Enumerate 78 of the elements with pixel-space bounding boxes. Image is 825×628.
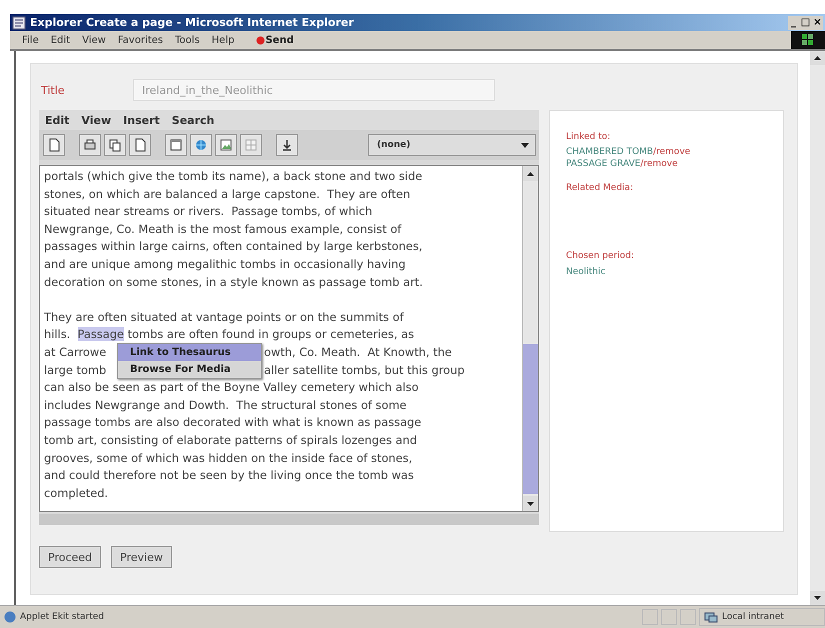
window-title: Explorer Create a page - Microsoft Internet Explorer xyxy=(30,16,355,29)
menu-item[interactable]: Tools xyxy=(169,34,206,46)
text-line: Newgrange, Co. Meath is the most famous example, consist of xyxy=(44,222,402,236)
period-value: Neolithic xyxy=(566,266,606,278)
toolbar-button[interactable] xyxy=(43,134,65,156)
text-line: passage tombs are also decorated with what is known as passage xyxy=(44,415,422,430)
text-line: stones, on which are balanced a large capstone. They are often xyxy=(44,186,410,201)
text-fragment: large tomb xyxy=(44,362,106,377)
text-line: hills. Passage tombs are often found in groups or cemeteries, as xyxy=(44,327,414,342)
table-icon xyxy=(244,138,258,152)
text-fragment: aller satellite tombs, but this group xyxy=(264,362,465,377)
scroll-up-icon xyxy=(814,56,821,60)
text-line: decoration on some stones, in a style known as passage tomb art. xyxy=(44,274,423,289)
text-line: grooves, some of which was hidden on the inside face of stones, xyxy=(44,450,412,464)
scroll-down-icon xyxy=(814,596,821,600)
style-dropdown[interactable]: (none) xyxy=(368,134,536,156)
window-icon xyxy=(169,138,183,152)
text-line: situated near streams or rivers. Passage tombs, of which xyxy=(44,204,372,218)
text-line: completed. xyxy=(44,486,108,500)
document-icon xyxy=(133,138,147,152)
section-label: Linked to: xyxy=(566,131,612,143)
text-line: can also be seen as part of the Boyne Valley cemetery which also xyxy=(44,380,419,394)
linked-term: PASSAGE GRAVE xyxy=(566,159,640,169)
windows-logo-icon xyxy=(802,34,814,46)
text-line: and could therefore not be seen by the living once the tomb was xyxy=(44,468,414,482)
status-pane xyxy=(661,609,677,625)
menu-item[interactable]: View xyxy=(76,34,112,46)
copy-icon xyxy=(108,138,122,152)
security-zone: Local intranet xyxy=(722,612,784,622)
linked-term: CHAMBERED TOMB xyxy=(566,147,654,157)
scroll-down-icon xyxy=(527,502,534,506)
window-control[interactable]: _ xyxy=(788,16,799,30)
editor-menu-item[interactable]: Edit xyxy=(45,114,70,126)
image-icon xyxy=(219,138,233,152)
scrollbar-thumb[interactable] xyxy=(523,344,538,494)
send-button[interactable]: Send xyxy=(254,34,296,46)
text-line: They are often situated at vantage points or on the summits of xyxy=(44,310,404,324)
text-line: passages within large cairns, often contained by large kerbstones, xyxy=(44,239,422,254)
toolbar-button[interactable] xyxy=(165,134,187,156)
form-button[interactable]: Proceed xyxy=(39,546,102,568)
remove-link[interactable]: /remove xyxy=(640,159,678,169)
editor-menu-item[interactable]: Search xyxy=(172,114,214,126)
menu-item[interactable]: File xyxy=(16,34,45,46)
section-label: Chosen period: xyxy=(566,250,635,262)
text-line: includes Newgrange and Dowth. The structural stones of some xyxy=(44,398,407,412)
status-pane xyxy=(642,609,658,625)
menu-item[interactable]: Favorites xyxy=(112,34,170,46)
status-text: Applet Ekit started xyxy=(20,612,104,622)
text-line: and are unique among megalithic tombs in occasionally having xyxy=(44,256,406,271)
toolbar-button[interactable] xyxy=(215,134,237,156)
toolbar-button[interactable] xyxy=(276,134,298,156)
text-fragment: owth, Co. Meath. At Knowth, the xyxy=(264,344,452,359)
status-pane xyxy=(680,609,696,625)
toolbar-button[interactable] xyxy=(79,134,101,156)
menu-item[interactable]: Help xyxy=(206,34,240,46)
new-page-icon xyxy=(47,138,61,152)
text-line: tomb art, consisting of elaborate patterns of spirals lozenges and xyxy=(44,432,417,447)
title-label: Title xyxy=(40,84,66,96)
section-label: Related Media: xyxy=(566,182,634,194)
text-line: portals (which give the tomb its name), a back stone and two side xyxy=(44,169,422,183)
editor-menu-item[interactable]: View xyxy=(81,114,112,126)
window-control[interactable]: □ xyxy=(800,16,811,30)
context-menu-item[interactable]: Link to Thesaurus xyxy=(118,344,261,361)
menu-item[interactable]: Edit xyxy=(44,34,76,46)
toolbar-button[interactable] xyxy=(104,134,126,156)
form-button[interactable]: Preview xyxy=(111,546,172,568)
printer-icon xyxy=(83,138,97,152)
remove-link[interactable]: /remove xyxy=(653,147,690,157)
dropdown-arrow-icon xyxy=(521,142,529,148)
text-editor[interactable] xyxy=(39,165,539,512)
context-menu-item[interactable]: Browse For Media xyxy=(118,361,261,378)
intranet-icon xyxy=(704,611,718,623)
window-control[interactable]: × xyxy=(812,16,823,30)
toolbar-button[interactable] xyxy=(129,134,151,156)
text-fragment: at Carrowe xyxy=(44,344,106,359)
editor-menu-item[interactable]: Insert xyxy=(123,114,160,126)
globe-icon xyxy=(194,138,208,152)
scroll-up-icon xyxy=(527,172,534,176)
